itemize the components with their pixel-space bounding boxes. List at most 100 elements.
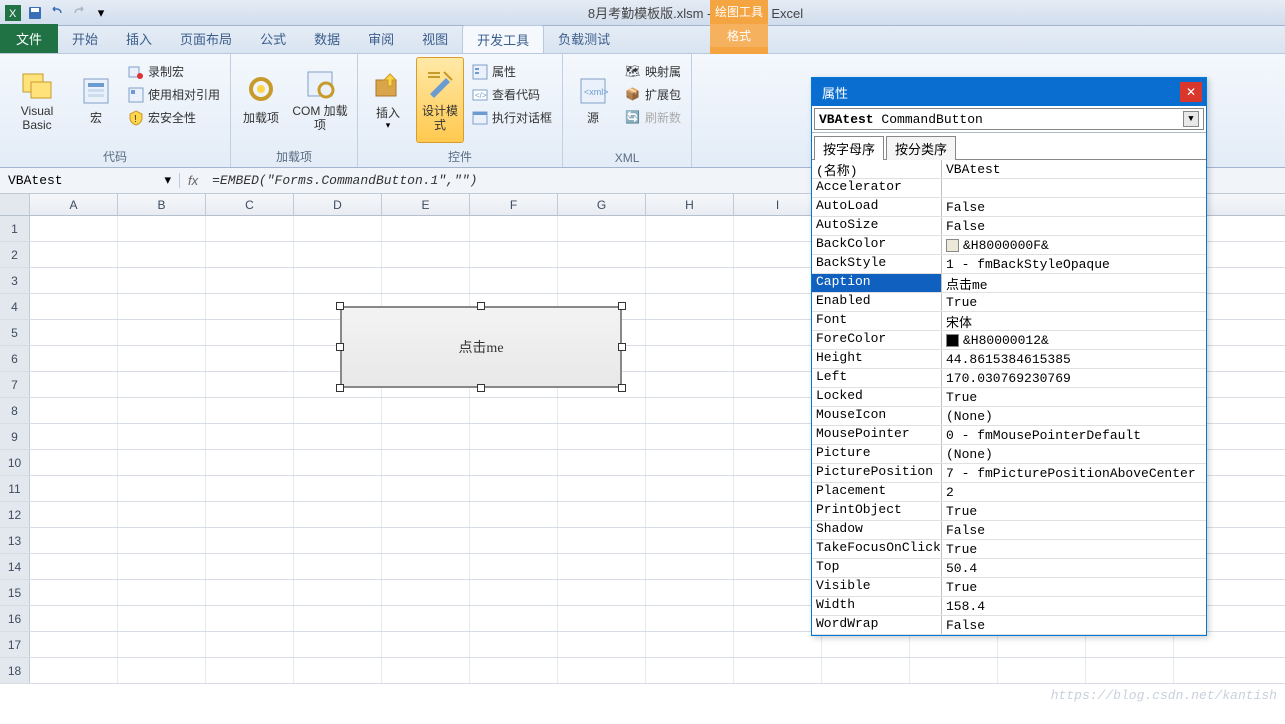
property-row[interactable]: AutoSizeFalse (812, 217, 1206, 236)
property-value[interactable]: False (942, 198, 1206, 216)
row-header[interactable]: 7 (0, 372, 30, 397)
cell[interactable] (382, 450, 470, 475)
property-value[interactable]: VBAtest (942, 160, 1206, 178)
cell[interactable] (30, 294, 118, 319)
cell[interactable] (30, 658, 118, 683)
cell[interactable] (382, 398, 470, 423)
cell[interactable] (734, 528, 822, 553)
column-header[interactable]: D (294, 194, 382, 215)
tab-审阅[interactable]: 审阅 (354, 25, 408, 53)
row-header[interactable]: 10 (0, 450, 30, 475)
cell[interactable] (646, 346, 734, 371)
cell[interactable] (470, 580, 558, 605)
cell[interactable] (558, 450, 646, 475)
cell[interactable] (294, 450, 382, 475)
cell[interactable] (382, 476, 470, 501)
cell[interactable] (118, 242, 206, 267)
row-header[interactable]: 2 (0, 242, 30, 267)
property-value[interactable]: 点击me (942, 274, 1206, 292)
cell[interactable] (294, 476, 382, 501)
resize-handle[interactable] (336, 384, 344, 392)
resize-handle[interactable] (618, 384, 626, 392)
property-value[interactable] (942, 179, 1206, 197)
cell[interactable] (206, 268, 294, 293)
cell[interactable] (734, 580, 822, 605)
cell[interactable] (30, 216, 118, 241)
cell[interactable] (1086, 658, 1174, 683)
property-row[interactable]: MouseIcon(None) (812, 407, 1206, 426)
cell[interactable] (470, 216, 558, 241)
cell[interactable] (822, 658, 910, 683)
row-header[interactable]: 16 (0, 606, 30, 631)
property-value[interactable]: (None) (942, 407, 1206, 425)
cell[interactable] (206, 554, 294, 579)
refresh-data-button[interactable]: 🔄刷新数 (621, 107, 685, 128)
property-value[interactable]: 2 (942, 483, 1206, 501)
cell[interactable] (734, 450, 822, 475)
tab-视图[interactable]: 视图 (408, 25, 462, 53)
cell[interactable] (294, 268, 382, 293)
property-value[interactable]: True (942, 388, 1206, 406)
cell[interactable] (734, 632, 822, 657)
tab-负载测试[interactable]: 负载测试 (544, 25, 624, 53)
property-value[interactable]: (None) (942, 445, 1206, 463)
cell[interactable] (470, 424, 558, 449)
cell[interactable] (30, 580, 118, 605)
cell[interactable] (470, 502, 558, 527)
column-header[interactable]: E (382, 194, 470, 215)
property-row[interactable]: Accelerator (812, 179, 1206, 198)
tab-数据[interactable]: 数据 (300, 25, 354, 53)
design-mode-button[interactable]: 设计模式 (416, 57, 464, 143)
cell[interactable] (206, 346, 294, 371)
close-button[interactable]: ✕ (1180, 82, 1202, 102)
cell[interactable] (30, 320, 118, 345)
property-row[interactable]: Height44.8615384615385 (812, 350, 1206, 369)
undo-icon[interactable] (48, 4, 66, 22)
cell[interactable] (30, 398, 118, 423)
cell[interactable] (294, 528, 382, 553)
tab-alphabetic[interactable]: 按字母序 (814, 136, 884, 160)
cell[interactable] (734, 554, 822, 579)
cell[interactable] (382, 632, 470, 657)
cell[interactable] (30, 372, 118, 397)
cell[interactable] (558, 268, 646, 293)
cell[interactable] (734, 320, 822, 345)
row-header[interactable]: 15 (0, 580, 30, 605)
property-row[interactable]: ForeColor&H80000012& (812, 331, 1206, 350)
command-button[interactable]: 点击me (340, 306, 622, 388)
save-icon[interactable] (26, 4, 44, 22)
xml-source-button[interactable]: <xml> 源 (569, 57, 617, 143)
object-selector[interactable]: VBAtest CommandButton ▼ (812, 106, 1206, 133)
column-header[interactable]: F (470, 194, 558, 215)
cell[interactable] (30, 424, 118, 449)
cell[interactable] (382, 528, 470, 553)
cell[interactable] (470, 528, 558, 553)
cell[interactable] (734, 216, 822, 241)
cell[interactable] (30, 268, 118, 293)
redo-icon[interactable] (70, 4, 88, 22)
cell[interactable] (470, 554, 558, 579)
cell[interactable] (206, 502, 294, 527)
cell[interactable] (646, 398, 734, 423)
cell[interactable] (382, 216, 470, 241)
cell[interactable] (118, 554, 206, 579)
tab-开始[interactable]: 开始 (58, 25, 112, 53)
cell[interactable] (118, 294, 206, 319)
cell[interactable] (646, 658, 734, 683)
property-value[interactable]: 44.8615384615385 (942, 350, 1206, 368)
cell[interactable] (470, 606, 558, 631)
cell[interactable] (470, 658, 558, 683)
cell[interactable] (558, 632, 646, 657)
cell[interactable] (646, 632, 734, 657)
embedded-button-selection[interactable]: 点击me (340, 306, 622, 388)
cell[interactable] (646, 242, 734, 267)
column-header[interactable]: G (558, 194, 646, 215)
cell[interactable] (646, 372, 734, 397)
row-header[interactable]: 5 (0, 320, 30, 345)
property-row[interactable]: BackStyle1 - fmBackStyleOpaque (812, 255, 1206, 274)
cell[interactable] (558, 554, 646, 579)
cell[interactable] (118, 606, 206, 631)
cell[interactable] (558, 502, 646, 527)
cell[interactable] (558, 658, 646, 683)
cell[interactable] (206, 606, 294, 631)
